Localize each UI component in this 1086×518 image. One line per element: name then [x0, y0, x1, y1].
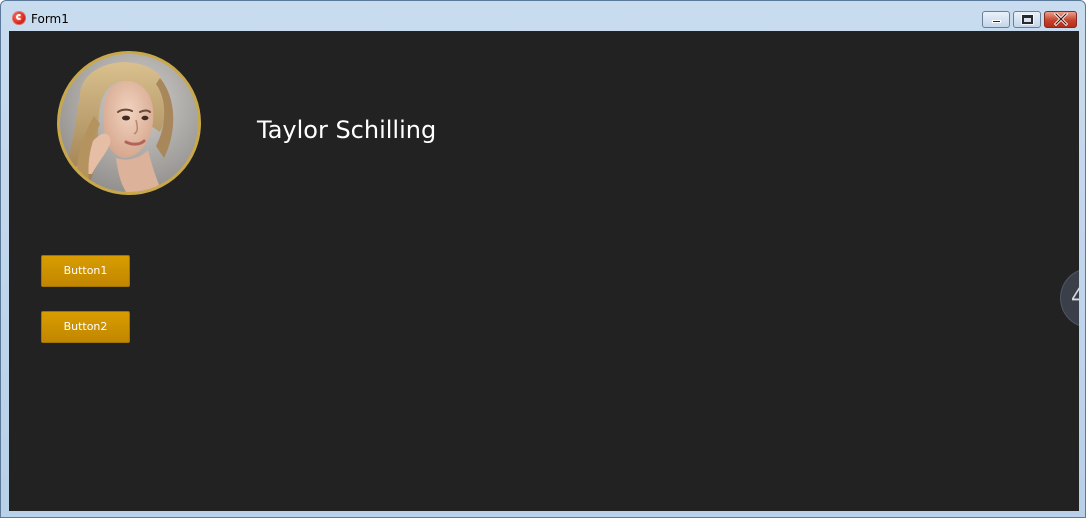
title-bar[interactable]: Form1 [1, 1, 1085, 31]
minimize-button[interactable] [982, 11, 1010, 28]
minimize-icon [992, 20, 1001, 23]
window-title: Form1 [31, 12, 69, 26]
side-tab-badge[interactable]: 4 [1061, 269, 1079, 327]
button1[interactable]: Button1 [41, 255, 130, 287]
close-icon [1054, 13, 1068, 26]
portrait-image [60, 54, 198, 192]
close-button[interactable] [1044, 11, 1077, 28]
button2[interactable]: Button2 [41, 311, 130, 343]
profile-name: Taylor Schilling [257, 116, 437, 144]
profile-avatar [57, 51, 201, 195]
app-logo-icon[interactable] [12, 11, 26, 25]
maximize-icon [1021, 14, 1034, 25]
app-window: Form1 Taylor Schilling Button1 Button2 [0, 0, 1086, 518]
form-client-area: Taylor Schilling Button1 Button2 4 [9, 31, 1079, 511]
maximize-button[interactable] [1013, 11, 1041, 28]
